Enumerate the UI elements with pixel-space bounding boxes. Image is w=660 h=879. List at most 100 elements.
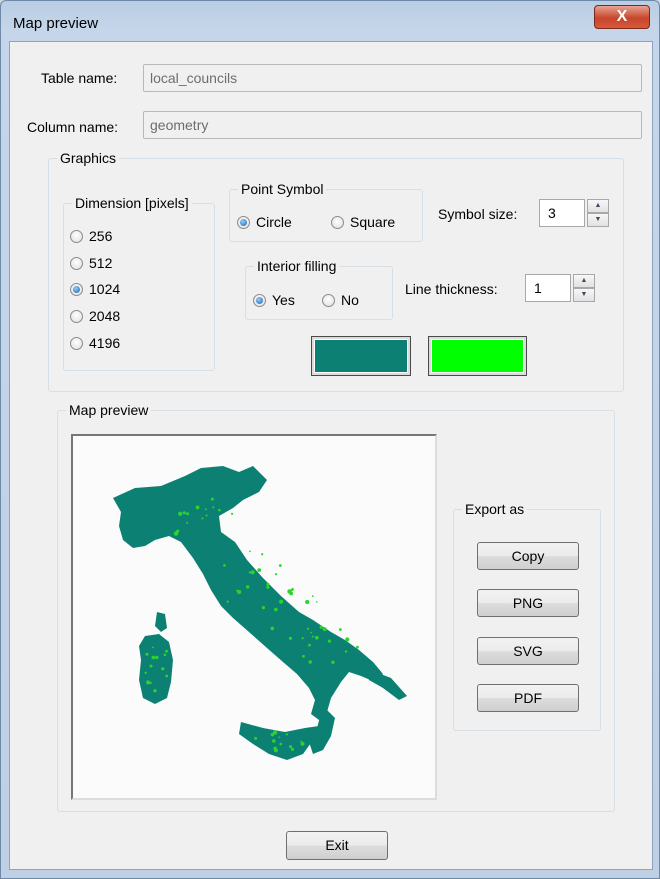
graphics-group: Graphics Dimension [pixels] 256 512 1024	[48, 150, 624, 392]
dialog-client-area: Table name: local_councils Column name: …	[9, 41, 653, 870]
radio-selected-icon	[253, 293, 266, 307]
map-point	[165, 649, 168, 653]
point-symbol-legend: Point Symbol	[238, 181, 327, 197]
map-point	[278, 564, 282, 567]
map-point	[186, 521, 189, 524]
exit-button[interactable]: Exit	[286, 831, 388, 860]
map-point	[289, 591, 293, 596]
dimension-option-label: 256	[89, 228, 113, 244]
map-point	[149, 664, 152, 667]
map-point	[344, 650, 348, 653]
map-point	[182, 511, 186, 515]
map-point	[226, 600, 229, 603]
point-symbol-option-label: Circle	[256, 214, 292, 230]
map-point	[205, 514, 208, 517]
dimension-option-1024[interactable]: 1024	[70, 281, 120, 297]
map-point	[178, 511, 183, 516]
column-name-label: Column name:	[27, 119, 119, 135]
spin-up-icon[interactable]: ▲	[573, 274, 595, 288]
map-point	[201, 517, 204, 520]
dimension-option-label: 4196	[89, 335, 121, 351]
symbol-size-arrows: ▲ ▼	[587, 199, 609, 227]
radio-selected-icon	[237, 215, 250, 229]
dimension-option-label: 1024	[89, 281, 121, 297]
map-point	[163, 653, 167, 657]
italy-map-image	[113, 466, 407, 760]
map-point	[279, 599, 284, 604]
pdf-button[interactable]: PDF	[477, 684, 579, 712]
map-point	[300, 740, 302, 743]
radio-icon	[70, 336, 83, 350]
map-point	[145, 652, 149, 656]
map-canvas	[71, 434, 437, 800]
map-point	[288, 636, 292, 640]
map-point	[311, 595, 314, 597]
map-preview-legend: Map preview	[66, 402, 152, 418]
line-color-swatch	[314, 339, 408, 373]
table-name-field[interactable]: local_councils	[143, 64, 642, 92]
window-title: Map preview	[13, 15, 99, 32]
map-point	[218, 508, 221, 512]
map-point	[165, 674, 169, 678]
dimension-option-512[interactable]: 512	[70, 255, 112, 271]
copy-button[interactable]: Copy	[477, 542, 579, 570]
map-point	[356, 645, 359, 649]
table-name-label: Table name:	[41, 70, 118, 86]
line-thickness-label: Line thickness:	[405, 281, 498, 297]
graphics-legend: Graphics	[57, 150, 120, 166]
spin-down-icon[interactable]: ▼	[587, 213, 609, 227]
fill-color-swatch	[431, 339, 524, 373]
spin-up-icon[interactable]: ▲	[587, 199, 609, 213]
export-group: Export as Copy PNG SVG PDF	[453, 501, 601, 731]
map-point	[289, 745, 292, 749]
symbol-size-value[interactable]: 3	[539, 199, 585, 227]
close-button[interactable]: X	[594, 5, 650, 29]
interior-filling-yes[interactable]: Yes	[253, 292, 295, 308]
dimension-option-label: 2048	[89, 308, 121, 324]
line-color-button[interactable]	[311, 336, 411, 376]
point-symbol-square[interactable]: Square	[331, 214, 395, 230]
dimension-option-256[interactable]: 256	[70, 228, 112, 244]
point-symbol-option-label: Square	[350, 214, 396, 230]
title-bar[interactable]: Map preview X	[1, 1, 659, 41]
map-point	[266, 585, 270, 589]
dimension-legend: Dimension [pixels]	[72, 195, 192, 211]
map-point	[327, 639, 331, 643]
svg-button[interactable]: SVG	[477, 637, 579, 665]
map-point	[173, 531, 179, 536]
point-symbol-group: Point Symbol Circle Square	[229, 181, 423, 242]
map-point	[249, 550, 251, 553]
map-point	[266, 582, 270, 586]
interior-filling-no[interactable]: No	[322, 292, 359, 308]
map-preview-window: Map preview X Table name: local_councils…	[0, 0, 660, 879]
interior-filling-option-label: No	[341, 292, 359, 308]
map-point	[285, 733, 288, 736]
map-point	[302, 654, 305, 658]
map-point	[308, 643, 311, 647]
symbol-size-spinner[interactable]: 3 ▲ ▼	[539, 199, 609, 227]
radio-icon	[70, 256, 83, 270]
point-symbol-circle[interactable]: Circle	[237, 214, 292, 230]
radio-icon	[322, 293, 335, 307]
map-point	[152, 646, 154, 649]
dimension-option-label: 512	[89, 255, 113, 271]
interior-filling-legend: Interior filling	[254, 258, 340, 274]
map-point	[291, 588, 294, 592]
map-point	[223, 564, 226, 567]
dimension-option-2048[interactable]: 2048	[70, 308, 120, 324]
symbol-size-label: Symbol size:	[438, 206, 518, 222]
map-point	[270, 626, 275, 631]
radio-icon	[70, 309, 83, 323]
map-point	[314, 635, 319, 640]
line-thickness-spinner[interactable]: 1 ▲ ▼	[525, 274, 595, 302]
column-name-field[interactable]: geometry	[143, 111, 642, 139]
dimension-option-4196[interactable]: 4196	[70, 335, 120, 351]
spin-down-icon[interactable]: ▼	[573, 288, 595, 302]
map-point	[331, 660, 335, 664]
map-point	[231, 512, 234, 515]
fill-color-button[interactable]	[428, 336, 527, 376]
radio-icon	[70, 229, 83, 243]
map-point	[161, 667, 165, 671]
line-thickness-value[interactable]: 1	[525, 274, 571, 302]
png-button[interactable]: PNG	[477, 589, 579, 617]
